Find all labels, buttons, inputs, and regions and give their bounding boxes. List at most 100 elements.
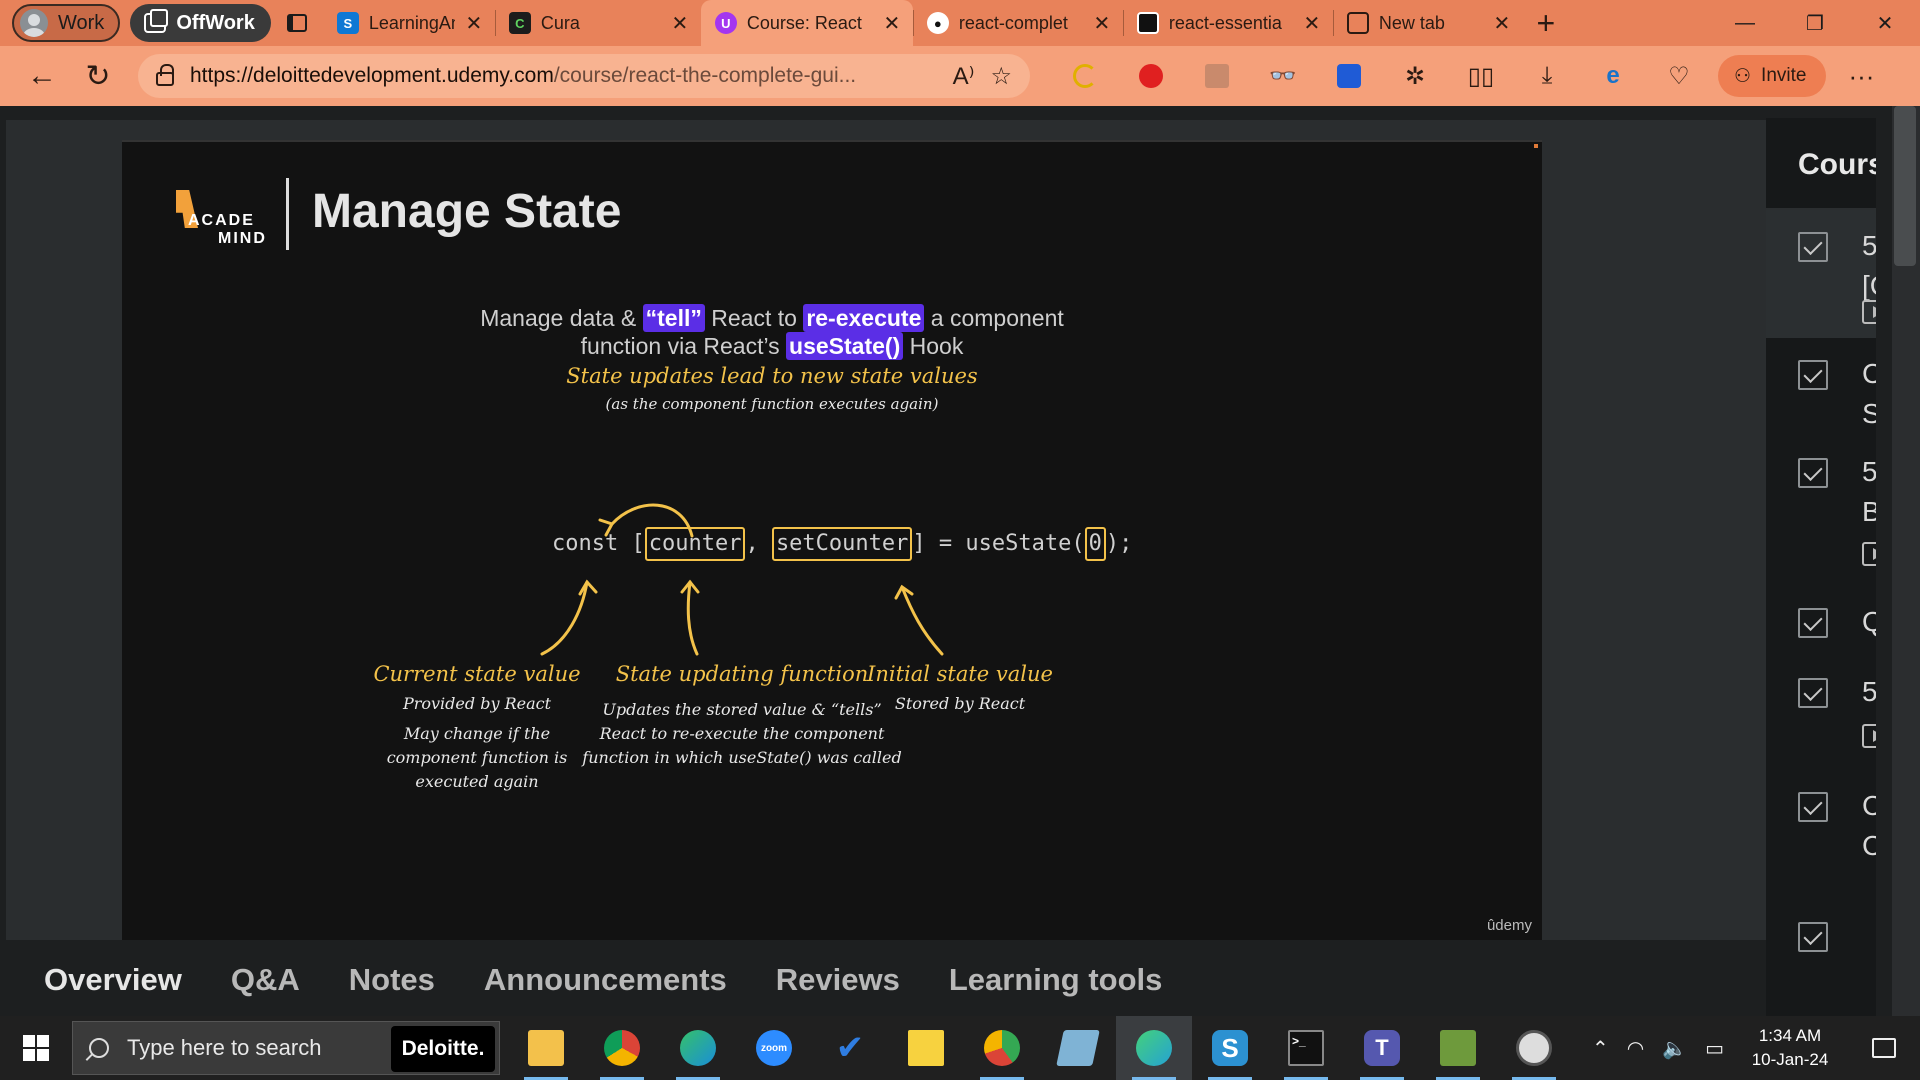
initial-value-arrow xyxy=(900,585,944,656)
taskbar-app[interactable] xyxy=(964,1016,1040,1080)
lecture-item[interactable] xyxy=(1766,902,1876,952)
zoom-icon: zoom xyxy=(756,1030,792,1066)
taskbar-app[interactable] xyxy=(1116,1016,1192,1080)
minimize-icon[interactable]: — xyxy=(1710,0,1780,46)
more-options-icon[interactable]: ··· xyxy=(1826,61,1896,92)
completed-checkbox-icon[interactable] xyxy=(1798,360,1828,390)
invite-button[interactable]: ⚇ Invite xyxy=(1718,55,1827,97)
back-button[interactable]: ← xyxy=(14,48,70,104)
lecture-item[interactable]: 53 [C xyxy=(1766,210,1876,338)
taskbar-app[interactable] xyxy=(1496,1016,1572,1080)
tab-title: Cura xyxy=(540,12,580,33)
adblock-extension-icon[interactable] xyxy=(1118,48,1184,104)
current-value-heading: Current state value xyxy=(373,662,581,686)
grey-extension-icon[interactable] xyxy=(1184,48,1250,104)
shield-extension-icon[interactable] xyxy=(1316,48,1382,104)
new-tab-button[interactable]: + xyxy=(1523,0,1569,46)
completed-checkbox-icon[interactable] xyxy=(1798,608,1828,638)
performance-icon[interactable]: ♡ xyxy=(1646,48,1712,104)
taskbar-app[interactable] xyxy=(1420,1016,1496,1080)
lecture-item[interactable]: 54 Ba xyxy=(1766,438,1876,588)
close-window-icon[interactable]: ✕ xyxy=(1850,0,1920,46)
snagit-icon: S xyxy=(1212,1030,1248,1066)
clock[interactable]: 1:34 AM 10-Jan-24 xyxy=(1742,1024,1838,1072)
taskbar-app[interactable] xyxy=(660,1016,736,1080)
lecture-video[interactable]: ACADE MIND Manage State Manage data & “t… xyxy=(122,140,1542,940)
reload-button[interactable]: ↻ xyxy=(70,48,126,104)
tab-learningandd[interactable]: S LearningAndD ✕ xyxy=(323,0,495,46)
setter-line: React to re-execute the component xyxy=(599,724,885,743)
extensions-puzzle-icon[interactable]: ✲ xyxy=(1382,48,1448,104)
tab-react-essentials[interactable]: react-essentia ✕ xyxy=(1122,0,1333,46)
taskbar-app[interactable] xyxy=(508,1016,584,1080)
code-paren: ( xyxy=(1071,531,1085,556)
read-aloud-icon[interactable]: A⁾ xyxy=(953,62,975,91)
favorite-star-icon[interactable]: ☆ xyxy=(990,62,1012,91)
tab-notes[interactable]: Notes xyxy=(349,962,435,998)
search-icon xyxy=(89,1038,109,1058)
scrollbar-thumb[interactable] xyxy=(1894,106,1916,266)
wifi-icon[interactable]: ◠ xyxy=(1627,1036,1644,1061)
completed-checkbox-icon[interactable] xyxy=(1798,922,1828,952)
tab-close-icon[interactable]: ✕ xyxy=(671,11,689,36)
lock-icon[interactable] xyxy=(156,64,174,86)
chevron-up-icon[interactable]: ⌃ xyxy=(1592,1036,1609,1061)
lecture-title: Qu xyxy=(1862,606,1876,637)
eyes-extension-icon[interactable]: 👓 xyxy=(1250,48,1316,104)
notifications-button[interactable] xyxy=(1856,1038,1912,1058)
ie-mode-icon[interactable]: e xyxy=(1580,48,1646,104)
taskbar-app[interactable]: S xyxy=(1192,1016,1268,1080)
battery-icon[interactable]: ▭ xyxy=(1705,1036,1724,1061)
downloads-icon[interactable]: ⤓ xyxy=(1514,48,1580,104)
lecture-title: Co Co xyxy=(1862,790,1876,861)
tab-actions-button[interactable] xyxy=(271,0,323,46)
tab-close-icon[interactable]: ✕ xyxy=(1093,11,1111,36)
taskbar-search[interactable]: Type here to search Deloitte. xyxy=(72,1021,500,1075)
taskbar-app[interactable]: T xyxy=(1344,1016,1420,1080)
taskbar-app[interactable] xyxy=(1040,1016,1116,1080)
completed-checkbox-icon[interactable] xyxy=(1798,678,1828,708)
tab-close-icon[interactable]: ✕ xyxy=(465,11,483,36)
tab-title: react-complet xyxy=(958,12,1068,33)
lecture-item[interactable]: Co Co xyxy=(1766,768,1876,888)
lecture-title: 55 xyxy=(1862,676,1876,707)
taskbar-apps: zoom ✔ S >_ T xyxy=(508,1016,1572,1080)
tab-new-tab[interactable]: New tab ✕ xyxy=(1332,0,1523,46)
tab-announcements[interactable]: Announcements xyxy=(484,962,727,998)
taskbar-app[interactable]: zoom xyxy=(736,1016,812,1080)
lecture-item[interactable]: 55 xyxy=(1766,658,1876,768)
completed-checkbox-icon[interactable] xyxy=(1798,458,1828,488)
taskbar-app[interactable] xyxy=(888,1016,964,1080)
tab-close-icon[interactable]: ✕ xyxy=(1303,11,1321,36)
avatar-icon xyxy=(20,9,48,37)
tab-reviews[interactable]: Reviews xyxy=(776,962,900,998)
tab-learning-tools[interactable]: Learning tools xyxy=(949,962,1163,998)
volume-icon[interactable]: 🔈 xyxy=(1662,1036,1687,1061)
code-end: ); xyxy=(1105,531,1133,556)
lecture-item[interactable]: Co St xyxy=(1766,338,1876,438)
completed-checkbox-icon[interactable] xyxy=(1798,792,1828,822)
taskbar-app[interactable] xyxy=(584,1016,660,1080)
profile-button[interactable]: Work xyxy=(12,4,121,42)
url-text[interactable]: https://deloittedevelopment.udemy.com/co… xyxy=(190,64,937,88)
taskbar-app[interactable]: >_ xyxy=(1268,1016,1344,1080)
tab-react-complete[interactable]: ● react-complet ✕ xyxy=(912,0,1123,46)
loading-extension-icon[interactable] xyxy=(1052,48,1118,104)
completed-checkbox-icon[interactable] xyxy=(1798,232,1828,262)
tab-course-react[interactable]: U Course: React ✕ xyxy=(700,0,913,46)
split-screen-icon[interactable]: ▯▯ xyxy=(1448,48,1514,104)
lecture-title: 53 [C xyxy=(1862,230,1876,301)
tab-cura[interactable]: C Cura ✕ xyxy=(494,0,701,46)
tab-close-icon[interactable]: ✕ xyxy=(883,11,901,36)
tab-close-icon[interactable]: ✕ xyxy=(1493,11,1511,36)
restore-icon[interactable]: ❐ xyxy=(1780,0,1850,46)
workspace-button[interactable]: OffWork xyxy=(130,4,271,42)
tab-qa[interactable]: Q&A xyxy=(231,962,300,998)
tab-overview[interactable]: Overview xyxy=(44,962,182,998)
address-bar[interactable]: https://deloittedevelopment.udemy.com/co… xyxy=(138,54,1030,98)
start-button[interactable] xyxy=(0,1016,72,1080)
lecture-item[interactable]: Qu xyxy=(1766,588,1876,658)
taskbar-app[interactable]: ✔ xyxy=(812,1016,888,1080)
sharepoint-icon: S xyxy=(336,12,359,34)
usestate-code: const [counter, setCounter] = useState(0… xyxy=(552,527,1132,561)
